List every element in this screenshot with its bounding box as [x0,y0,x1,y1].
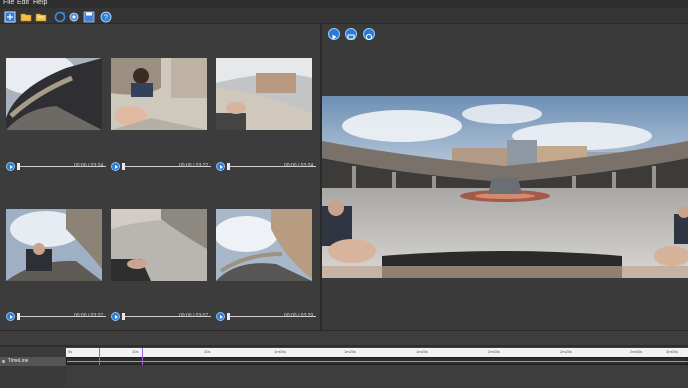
play-icon[interactable] [111,162,120,171]
settings-icon[interactable] [68,10,80,22]
seek-handle[interactable] [227,313,230,320]
track-label-column: TimeLine [0,348,66,388]
new-project-icon[interactable] [4,10,16,23]
video-thumbnail-1[interactable] [6,58,102,130]
toolbar: ? [0,8,688,24]
video-thumbnail-2[interactable] [111,58,207,130]
time-readout: 00:00 / 03:24 [284,163,314,169]
track-label-timeline[interactable]: TimeLine [0,357,66,366]
video-3-controls: 00:00 / 03:24 [216,162,316,172]
video-5-controls: 00:00 / 03:07 [111,312,211,322]
timeline-playhead[interactable] [142,348,143,365]
ruler-label: 1m40s [416,349,429,354]
fit-window-icon[interactable] [345,28,357,40]
time-readout: 00:00 / 03:27 [74,313,104,319]
video-thumbnail-3[interactable] [216,58,312,130]
ruler-label: 2m40s [630,349,643,354]
video-grid-panel: 00:00 / 03:24 00:00 / 03:22 00:00 / 03:2… [0,24,320,330]
video-thumbnail-5[interactable] [111,209,207,281]
seek-handle[interactable] [122,313,125,320]
video-1-controls: 00:00 / 03:24 [6,162,106,172]
ruler-label: 3m00s [666,349,679,354]
ruler-label: 10s [132,349,139,354]
open-folder-icon[interactable] [20,10,32,22]
reset-view-icon[interactable] [363,28,375,41]
timeline-header-bar [0,345,688,347]
svg-text:?: ? [104,15,108,22]
track-dot-icon [2,360,5,363]
play-icon[interactable] [216,162,225,171]
seek-handle[interactable] [17,313,20,320]
time-readout: 00:00 / 03:07 [179,313,209,319]
track-label-text: TimeLine [8,358,29,364]
menu-edit[interactable]: Edit [17,0,29,8]
menu-bar: File Edit Help [0,0,688,8]
play-icon[interactable] [6,312,15,321]
play-icon[interactable] [328,28,340,40]
time-readout: 00:00 / 03:22 [179,163,209,169]
ruler-label: 2m20s [560,349,573,354]
timeline-ruler[interactable]: 0s 10s 20s 1m00s 1m20s 1m40s 2m00s 2m20s… [66,348,688,357]
time-readout: 00:00 / 03:29 [284,313,314,319]
play-icon[interactable] [6,162,15,171]
ruler-label: 1m00s [274,349,287,354]
play-icon[interactable] [111,312,120,321]
seek-handle[interactable] [122,163,125,170]
timeline-marker-red[interactable] [99,348,100,365]
seek-handle[interactable] [227,163,230,170]
video-4-controls: 00:00 / 03:27 [6,312,106,322]
open-file-icon[interactable] [35,10,47,22]
refresh-icon[interactable] [54,10,66,23]
menu-help[interactable]: Help [33,0,47,8]
ruler-label: 20s [204,349,211,354]
panorama-view[interactable] [322,96,688,278]
video-2-controls: 00:00 / 03:22 [111,162,211,172]
ruler-label: 2m00s [488,349,501,354]
seek-handle[interactable] [17,163,20,170]
timeline-track[interactable] [66,357,688,365]
preview-panel [322,24,688,330]
video-thumbnail-6[interactable] [216,209,312,281]
video-6-controls: 00:00 / 03:29 [216,312,316,322]
video-thumbnail-4[interactable] [6,209,102,281]
help-icon[interactable]: ? [100,10,112,23]
timeline-panel: TimeLine 0s 10s 20s 1m00s 1m20s 1m40s 2m… [0,330,688,388]
track-line [67,361,688,362]
save-icon[interactable] [83,10,95,23]
play-icon[interactable] [216,312,225,321]
ruler-label: 0s [68,349,73,354]
time-readout: 00:00 / 03:24 [74,163,104,169]
menu-file[interactable]: File [3,0,14,8]
ruler-label: 1m20s [344,349,357,354]
